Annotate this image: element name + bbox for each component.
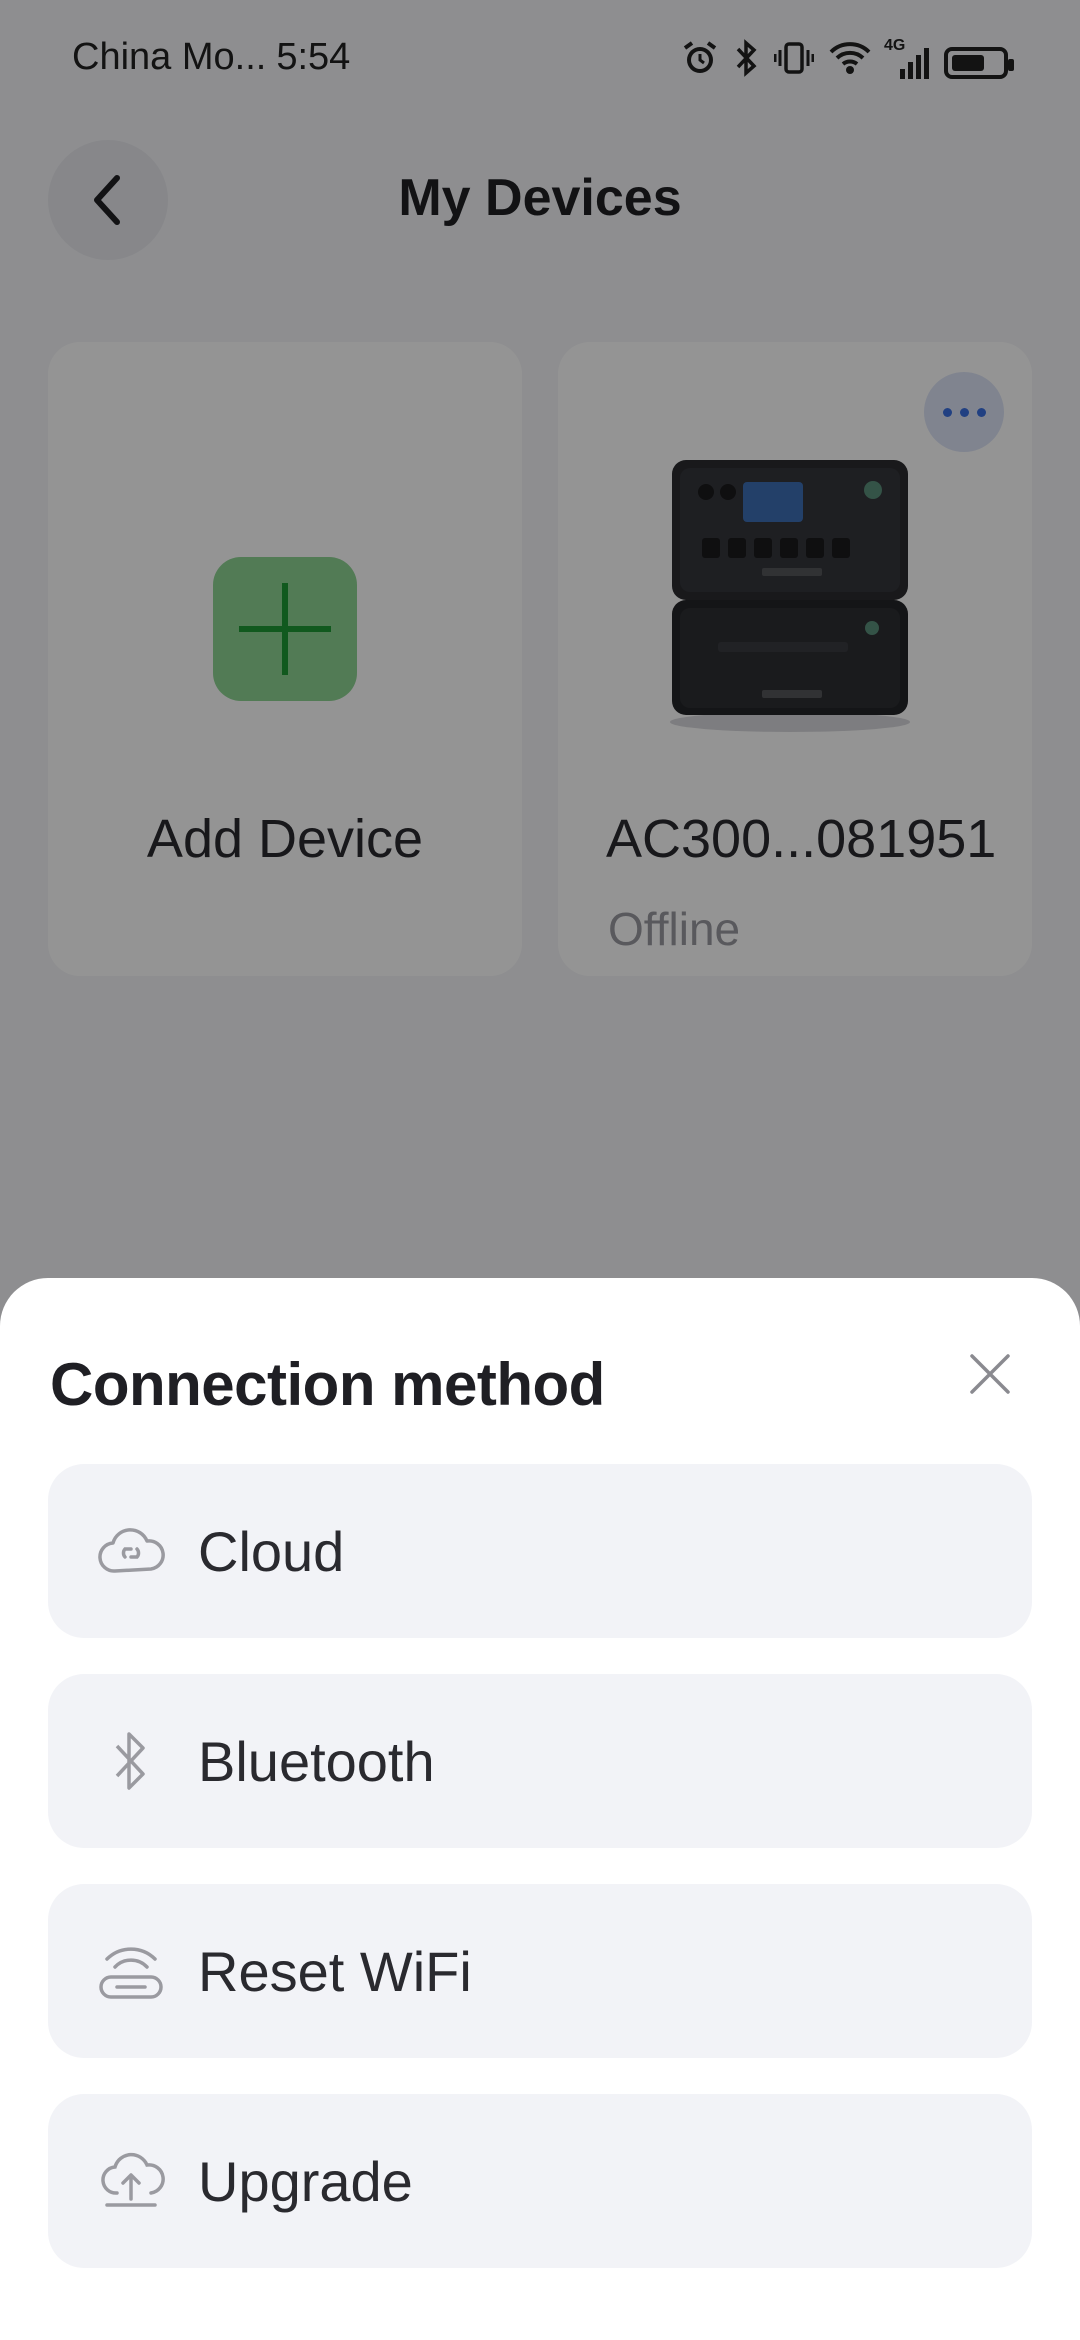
option-bluetooth[interactable]: Bluetooth [48, 1674, 1032, 1848]
option-upgrade[interactable]: Upgrade [48, 2094, 1032, 2268]
close-icon [970, 1354, 1010, 1394]
option-label: Bluetooth [198, 1729, 435, 1793]
cloud-link-icon [96, 1516, 166, 1586]
option-label: Upgrade [198, 2149, 413, 2213]
option-reset-wifi[interactable]: Reset WiFi [48, 1884, 1032, 2058]
connection-method-sheet: Connection method Cloud Bluetooth Reset … [0, 1278, 1080, 2340]
bluetooth-icon [96, 1726, 166, 1796]
close-button[interactable] [940, 1324, 1040, 1424]
cloud-upload-icon [96, 2146, 166, 2216]
option-cloud[interactable]: Cloud [48, 1464, 1032, 1638]
option-label: Reset WiFi [198, 1939, 472, 2003]
option-label: Cloud [198, 1519, 345, 1583]
wifi-router-icon [96, 1936, 166, 2006]
sheet-title: Connection method [50, 1351, 605, 1418]
